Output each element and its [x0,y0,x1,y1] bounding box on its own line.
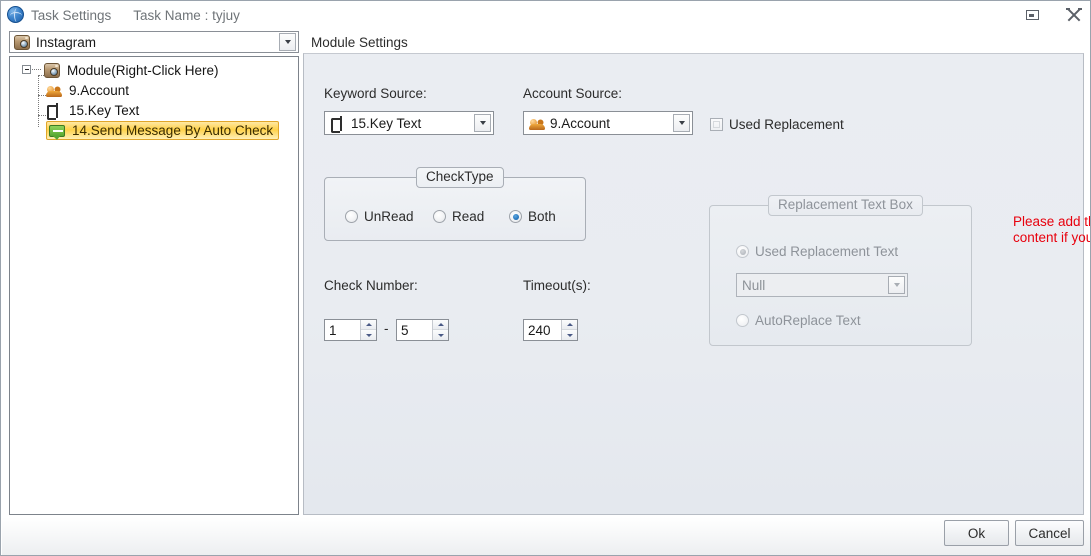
cancel-button-label: Cancel [1028,525,1071,541]
instagram-icon [14,34,30,50]
radio-both-label: Both [528,209,556,224]
radio-used-replacement-text-label: Used Replacement Text [755,244,899,259]
radio-read-label: Read [452,209,485,224]
radio-icon [736,314,749,327]
account-source-label: Account Source: [523,86,623,101]
tree-item-label: 9.Account [69,82,130,98]
tree-item-send-message[interactable]: 14.Send Message By Auto Check [10,120,298,140]
globe-icon [7,6,25,24]
replacement-text-box-group: Replacement Text Box Used Replacement Te… [709,195,972,346]
check-number-max-value: 5 [401,322,409,338]
ok-button[interactable]: Ok [944,520,1009,546]
keyword-source-label: Keyword Source: [324,86,427,101]
module-settings-header: Module Settings [303,31,1084,53]
key-text-icon [46,102,62,120]
radio-icon [433,210,446,223]
check-number-max-stepper[interactable]: 5 [396,319,449,341]
keyword-source-value: 15.Key Text [351,115,422,131]
chevron-down-icon[interactable] [474,114,491,132]
tree-item-label: 14.Send Message By Auto Check [72,122,274,138]
radio-icon [736,245,749,258]
keyword-source-combo[interactable]: 15.Key Text [324,111,494,135]
checkbox-icon [710,118,723,131]
radio-icon [345,210,358,223]
radio-used-replacement-text[interactable]: Used Replacement Text [736,244,898,259]
check-type-group: CheckType UnRead Read Both [324,167,586,241]
window-controls [1022,1,1084,29]
cancel-button[interactable]: Cancel [1015,520,1084,546]
close-icon[interactable] [1064,5,1084,25]
collapse-toggle-icon[interactable] [22,65,31,74]
replacement-text-value: Null [742,277,766,293]
left-pane: Instagram Module(Right-Click Here) 9.Acc… [9,31,299,515]
username-warning-text: Please add this [UserName] in your conte… [1013,214,1090,245]
check-type-caption: CheckType [416,167,504,188]
module-settings-pane: Keyword Source: 15.Key Text Account Sour… [303,53,1090,515]
radio-both[interactable]: Both [509,209,556,224]
task-settings-window: Task Settings Task Name : tyjuy Instagra… [0,0,1091,556]
module-settings-title: Module Settings [311,34,408,50]
footer-bar: Ok Cancel [2,516,1090,555]
ok-button-label: Ok [967,525,986,541]
timeout-label: Timeout(s): [523,278,591,293]
window-title: Task Settings [31,7,112,23]
timeout-value: 240 [528,322,551,338]
timeout-stepper[interactable]: 240 [523,319,578,341]
task-name-label: Task Name : tyjuy [133,7,240,23]
chevron-down-icon[interactable] [279,33,296,51]
key-text-icon [330,115,346,133]
radio-read[interactable]: Read [433,209,484,224]
spinner-arrows-icon[interactable] [360,320,376,340]
radio-unread[interactable]: UnRead [345,209,414,224]
restore-icon[interactable] [1022,5,1042,25]
module-tree[interactable]: Module(Right-Click Here) 9.Account 15.Ke… [9,56,299,515]
check-number-min-value: 1 [329,322,337,338]
radio-icon [509,210,522,223]
account-source-value: 9.Account [550,115,611,131]
range-separator: - [384,321,389,336]
account-source-combo[interactable]: 9.Account [523,111,693,135]
check-number-min-stepper[interactable]: 1 [324,319,377,341]
tree-connector [32,69,41,70]
used-replacement-label: Used Replacement [729,117,844,132]
tree-item-account[interactable]: 9.Account [10,80,298,100]
people-icon [529,116,545,131]
platform-combo[interactable]: Instagram [9,31,299,53]
instagram-icon [44,62,60,78]
spinner-arrows-icon[interactable] [432,320,448,340]
tree-item-label: 15.Key Text [69,102,140,118]
used-replacement-checkbox[interactable]: Used Replacement [710,117,844,132]
chevron-down-icon[interactable] [888,276,905,294]
replacement-text-combo[interactable]: Null [736,273,908,297]
replacement-text-box-caption: Replacement Text Box [768,195,923,216]
people-icon [46,83,62,98]
message-bubble-icon [49,124,65,140]
tree-item-module[interactable]: Module(Right-Click Here) [10,60,298,80]
check-number-label: Check Number: [324,278,418,293]
title-bar: Task Settings Task Name : tyjuy [1,1,1090,29]
tree-item-key-text[interactable]: 15.Key Text [10,100,298,120]
platform-combo-value: Instagram [36,34,97,50]
radio-autoreplace-text[interactable]: AutoReplace Text [736,313,861,328]
chevron-down-icon[interactable] [673,114,690,132]
spinner-arrows-icon[interactable] [561,320,577,340]
radio-unread-label: UnRead [364,209,414,224]
radio-autoreplace-text-label: AutoReplace Text [755,313,861,328]
tree-item-label: Module(Right-Click Here) [67,62,219,78]
